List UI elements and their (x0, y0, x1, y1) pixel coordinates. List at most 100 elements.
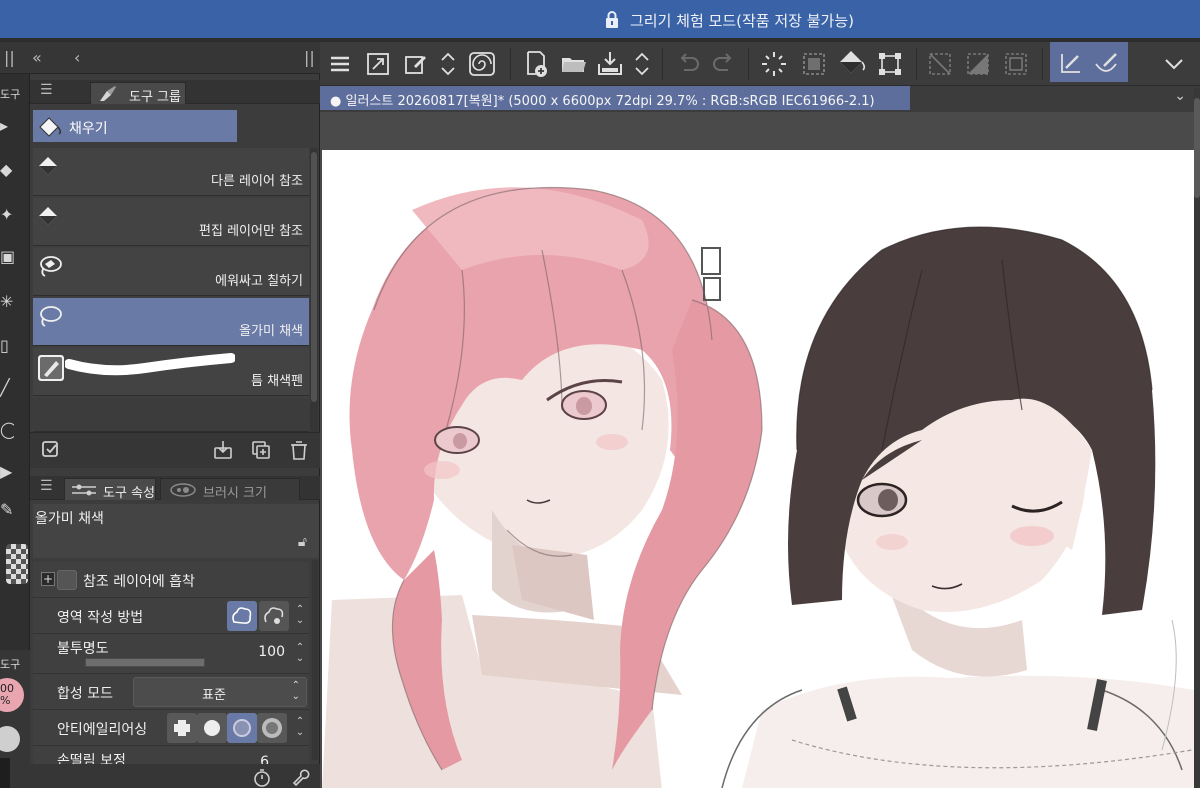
artwork (322, 186, 1194, 788)
area-method-lasso-button[interactable] (227, 601, 257, 631)
import-subtool-icon[interactable] (212, 439, 234, 461)
canvas-vertical-scrollbar[interactable] (1194, 88, 1200, 788)
undo-icon[interactable] (672, 48, 704, 80)
subtool-item-lasso-fill[interactable]: 올가미 채색 (33, 298, 309, 346)
row-blend-mode: 합성 모드 표준 ⌃ ⌄ (33, 674, 309, 710)
fill-icon[interactable]: ◆ (0, 160, 14, 182)
stopwatch-icon[interactable] (252, 768, 272, 788)
tool-group-fill[interactable]: 채우기 (33, 110, 237, 142)
frame-icon[interactable]: ▯ (0, 336, 14, 358)
chevron-down-icon[interactable]: ⌄ (1174, 88, 1186, 104)
tab-tool-property[interactable]: 도구 속성 (64, 478, 156, 501)
redo-icon[interactable] (708, 48, 740, 80)
row-reference-layer: + 참조 레이어에 흡착 (33, 562, 309, 598)
color-slider[interactable] (0, 758, 10, 788)
subtool-item-other-layer[interactable]: 다른 레이어 참조 (33, 148, 309, 196)
blend-mode-label: 합성 모드 (57, 686, 113, 702)
dock-collapse-bar: || « ‹ || (0, 42, 320, 74)
snap-special-ruler-icon[interactable] (1090, 48, 1122, 80)
layer-icon[interactable]: ▣ (0, 247, 14, 269)
subtool-item-gap-fill-pen[interactable]: 틈 채색펜 (33, 348, 309, 396)
subtool-item-enclose-fill[interactable]: 에워싸고 칠하기 (33, 248, 309, 296)
property-scrollbar[interactable] (312, 560, 318, 760)
save-icon[interactable] (594, 48, 626, 80)
aa-medium-icon (233, 719, 251, 737)
area-method-spinner[interactable]: ⌃ ⌄ (293, 604, 307, 628)
reference-layer-checkbox[interactable] (57, 570, 77, 590)
antialias-medium-button[interactable] (227, 713, 257, 743)
transparent-color-swatch[interactable] (6, 544, 28, 584)
edit-canvas-icon[interactable] (400, 48, 432, 80)
select-all-icon[interactable] (798, 48, 830, 80)
sparkle-icon[interactable]: ✦ (0, 205, 14, 227)
chevron-left-icon[interactable]: ‹ (74, 48, 80, 67)
star-icon[interactable]: ✳ (0, 292, 14, 314)
color-panel-label: 도구 (0, 658, 21, 671)
grip-icon[interactable]: || (4, 48, 15, 67)
pen-icon[interactable]: ✎ (0, 500, 14, 522)
tab-brush-size[interactable]: 브러시 크기 (160, 478, 300, 501)
antialias-spinner[interactable]: ⌃ ⌄ (293, 716, 307, 740)
opacity-value[interactable]: 100 (258, 644, 285, 660)
chevron-updown-icon[interactable] (626, 48, 658, 80)
tab-tool-property-label: 도구 속성 (103, 486, 155, 501)
reference-layer-label: 참조 레이어에 흡착 (83, 574, 195, 590)
main-color-circle[interactable]: 00 % (0, 678, 24, 712)
opacity-slider[interactable] (85, 658, 205, 667)
unlock-icon[interactable]: 🔓︎ (298, 534, 307, 550)
sub-color-circle[interactable] (0, 726, 20, 752)
panel-menu-icon[interactable]: ☰ (40, 82, 53, 98)
subtool-item-edit-layer[interactable]: 편집 레이어만 참조 (33, 198, 309, 246)
subtool-panel-header: ☰ 도구 그룹 (30, 80, 320, 105)
subtool-scrollbar[interactable] (310, 148, 318, 432)
expand-toggle[interactable]: + (41, 572, 55, 586)
scrollbar-thumb[interactable] (311, 152, 317, 402)
canvas-tab-bar: ● 일러스트 20260817[복원]* (5000 x 6600px 72dp… (320, 86, 1200, 112)
antialias-weak-button[interactable] (197, 713, 227, 743)
open-folder-icon[interactable] (558, 48, 590, 80)
blend-mode-value: 표준 (202, 688, 226, 703)
area-method-polyline-button[interactable] (259, 601, 289, 631)
tab-tool-group[interactable]: 도구 그룹 (90, 82, 186, 105)
blend-mode-select[interactable]: 표준 ⌃ ⌄ (133, 677, 307, 707)
subtool-settings-icon[interactable] (40, 439, 62, 461)
transform-icon[interactable] (874, 48, 906, 80)
wrench-icon[interactable] (292, 768, 312, 788)
spiral-logo-icon[interactable] (466, 48, 498, 80)
opacity-spinner[interactable]: ⌃ ⌄ (293, 642, 307, 666)
antialias-none-button[interactable] (167, 713, 197, 743)
panel-menu-icon[interactable]: ☰ (40, 478, 53, 494)
line-icon[interactable]: ╱ (0, 378, 14, 400)
invert-selection-icon[interactable] (962, 48, 994, 80)
fit-screen-icon[interactable] (362, 48, 394, 80)
tool-palette-label: 도구 (0, 88, 21, 101)
drawing-canvas[interactable] (322, 150, 1194, 788)
fill-bucket-icon[interactable] (836, 48, 868, 80)
chevron-down-icon[interactable] (1158, 48, 1190, 80)
grip-icon-right[interactable]: || (304, 48, 315, 67)
property-footer (30, 764, 320, 788)
row-stabilization: 손떨림 보정 6 (33, 746, 309, 766)
antialias-strong-button[interactable] (257, 713, 287, 743)
aa-strong-icon (262, 718, 282, 738)
selection-border-icon[interactable] (1000, 48, 1032, 80)
loading-spinner-icon[interactable] (758, 48, 790, 80)
document-tab[interactable]: ● 일러스트 20260817[복원]* (5000 x 6600px 72dp… (320, 86, 910, 110)
move-icon[interactable]: ▸ (0, 116, 14, 138)
chevron-updown-icon[interactable] (432, 48, 464, 80)
snap-ruler-icon[interactable] (1054, 48, 1086, 80)
document-tab-title: 일러스트 20260817[복원]* (5000 x 6600px 72dpi … (345, 94, 875, 109)
menu-icon[interactable] (324, 48, 356, 80)
brush-size-icon (170, 483, 196, 497)
double-chevron-left-icon[interactable]: « (32, 48, 42, 67)
trash-icon[interactable] (288, 439, 310, 461)
circle-icon[interactable]: ◯ (0, 420, 14, 442)
antialiasing-label: 안티에일리어싱 (57, 722, 148, 738)
duplicate-subtool-icon[interactable] (250, 439, 272, 461)
arrow-icon[interactable]: ▶ (0, 462, 14, 484)
tool-name-box: 올가미 채색 🔓︎ (33, 504, 319, 558)
scrollbar-thumb[interactable] (1194, 98, 1200, 198)
deselect-icon[interactable] (924, 48, 956, 80)
new-file-icon[interactable] (520, 48, 552, 80)
opacity-fill (86, 659, 204, 666)
